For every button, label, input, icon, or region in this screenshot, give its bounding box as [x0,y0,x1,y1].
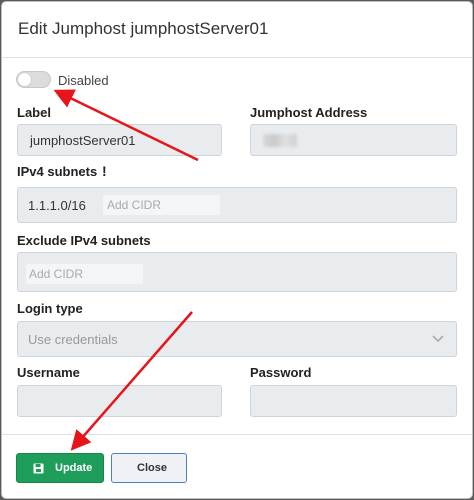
add-cidr-input[interactable]: Add CIDR [103,195,220,215]
dialog-title: Edit Jumphost jumphostServer01 [18,19,269,38]
username-input[interactable] [17,385,222,417]
add-cidr-placeholder: Add CIDR [107,198,162,212]
dialog-header: Edit Jumphost jumphostServer01 [2,2,472,58]
username-label: Username [17,365,80,380]
exclude-add-cidr-placeholder: Add CIDR [29,267,84,281]
login-type-value: Use credentials [28,332,118,347]
save-icon [33,463,44,474]
ipv4-subnets-label: IPv4 subnets [17,164,98,179]
login-type-label: Login type [17,301,83,316]
edit-jumphost-dialog: Edit Jumphost jumphostServer01 Disabled … [2,2,472,498]
jumphost-address-input[interactable] [250,124,457,156]
label-field-label: Label [17,105,51,120]
chevron-down-icon [432,335,444,343]
ipv4-subnets-input[interactable]: 1.1.1.0/16 Add CIDR [17,187,457,223]
redacted-address [263,134,297,147]
exclude-add-cidr-input[interactable]: Add CIDR [26,264,143,284]
exclude-ipv4-label: Exclude IPv4 subnets [17,233,151,248]
cidr-chip[interactable]: 1.1.1.0/16 [28,198,86,213]
label-input[interactable]: jumphostServer01 [17,124,222,156]
exclude-ipv4-input[interactable]: Add CIDR [17,252,457,292]
toggle-knob [18,73,31,86]
password-input[interactable] [250,385,457,417]
password-label: Password [250,365,312,380]
close-button-label: Close [137,462,167,474]
close-button[interactable]: Close [111,453,187,483]
address-field-label: Jumphost Address [250,105,368,120]
label-input-value: jumphostServer01 [30,133,136,148]
update-button[interactable]: Update [16,453,104,483]
login-type-select[interactable]: Use credentials [17,321,457,357]
dialog-footer: Update Close [2,434,472,498]
toggle-label: Disabled [58,73,109,88]
status-toggle[interactable] [16,71,51,88]
update-button-label: Update [55,462,93,474]
warning-icon: ! [102,163,107,179]
